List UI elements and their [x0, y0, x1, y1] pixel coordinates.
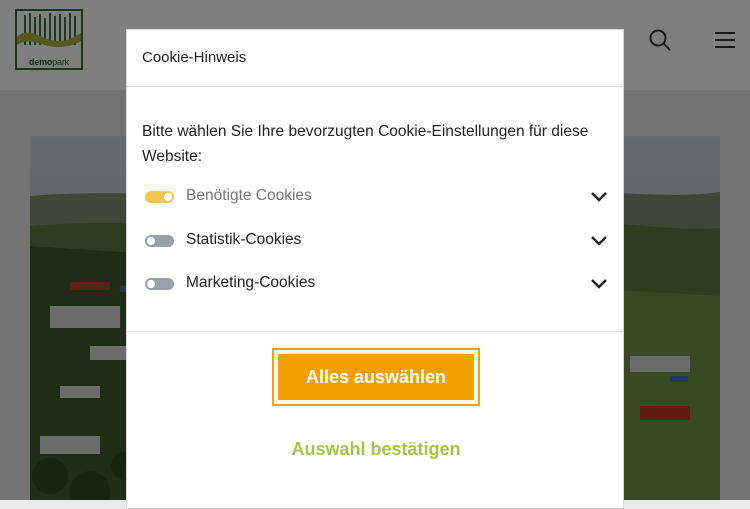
cookie-option-marketing[interactable]: Marketing-Cookies: [142, 271, 612, 297]
cookie-option-label: Statistik-Cookies: [186, 231, 302, 248]
footer-divider: [127, 331, 623, 332]
chevron-down-icon[interactable]: [590, 234, 608, 248]
confirm-selection-button[interactable]: Auswahl bestätigen: [251, 439, 501, 460]
dialog-intro-text: Bitte wählen Sie Ihre bevorzugten Cookie…: [142, 123, 589, 165]
cookie-option-label: Benötigte Cookies: [186, 187, 312, 204]
select-all-button[interactable]: Alles auswählen: [272, 348, 480, 406]
required-cookies-toggle[interactable]: [145, 191, 174, 203]
marketing-cookies-toggle[interactable]: [145, 278, 174, 290]
cookie-option-statistics[interactable]: Statistik-Cookies: [142, 228, 612, 254]
cookie-consent-dialog: Cookie-Hinweis Bitte wählen Sie Ihre bev…: [126, 29, 624, 509]
select-all-label: Alles auswählen: [278, 354, 474, 400]
chevron-down-icon[interactable]: [590, 190, 608, 204]
header-divider: [127, 86, 623, 87]
statistics-cookies-toggle[interactable]: [145, 235, 174, 247]
cookie-option-label: Marketing-Cookies: [186, 274, 316, 291]
chevron-down-icon[interactable]: [590, 277, 608, 291]
dialog-title: Cookie-Hinweis: [142, 49, 247, 66]
cookie-option-required[interactable]: Benötigte Cookies: [142, 184, 612, 210]
